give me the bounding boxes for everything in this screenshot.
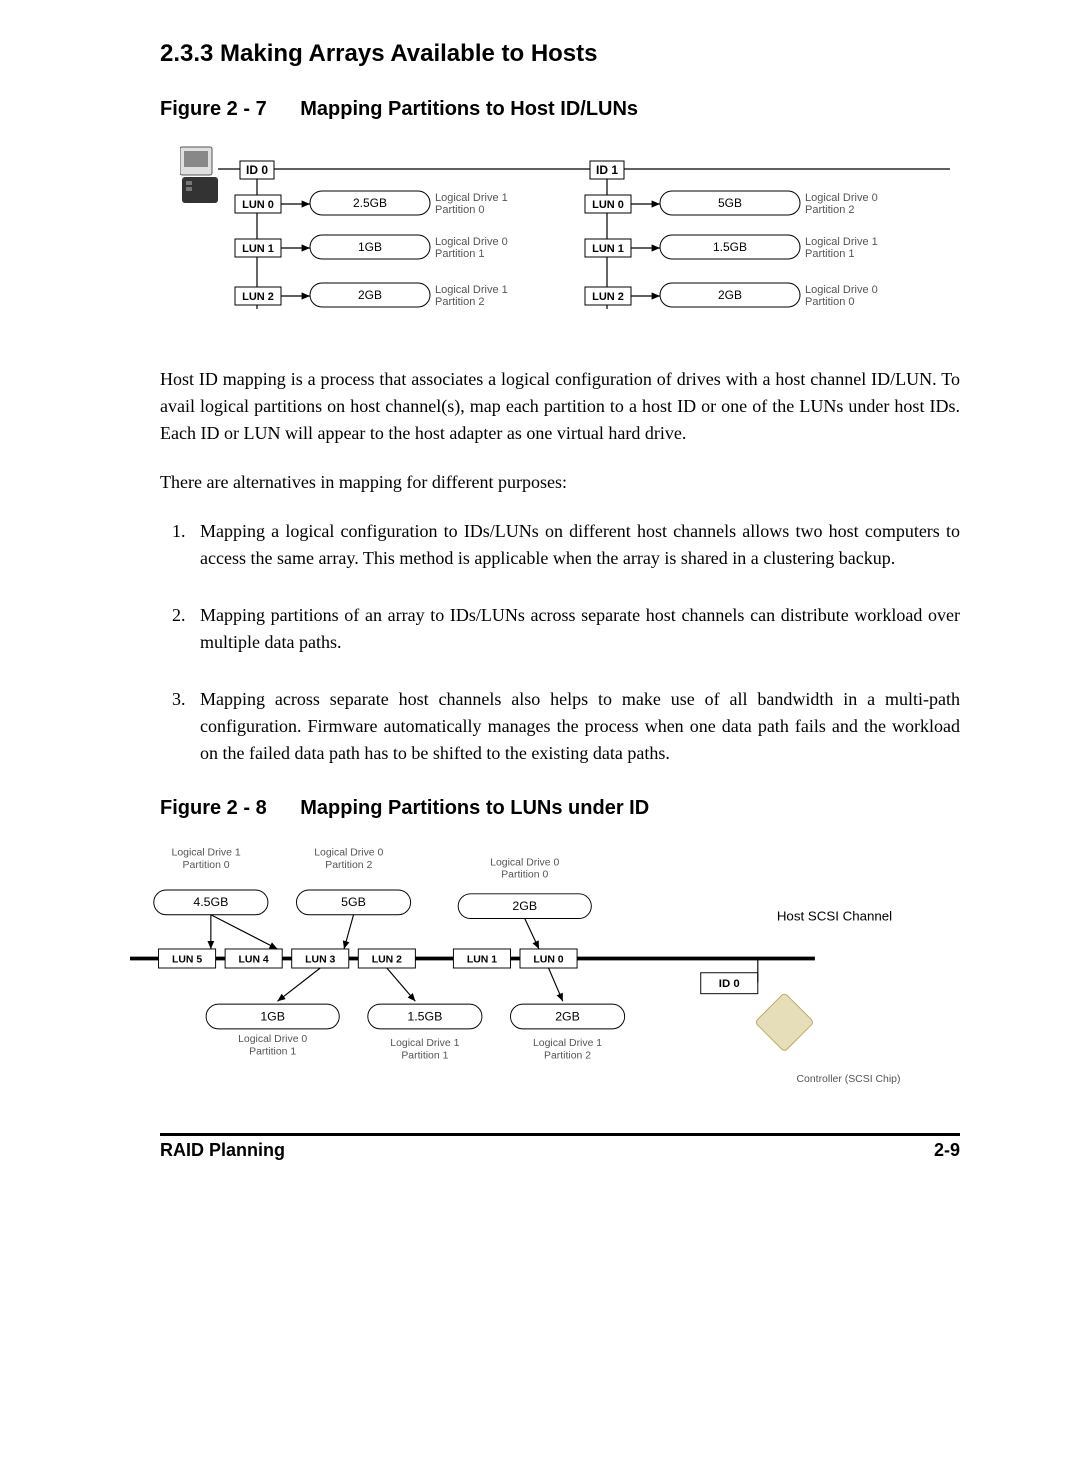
fig28-ld1p0-l2: Partition 0 xyxy=(183,860,230,871)
id0-lun0-desc1: Logical Drive 1 xyxy=(435,192,508,204)
footer-right: 2-9 xyxy=(934,1140,960,1161)
fig28-ld0p2-l1: Logical Drive 0 xyxy=(314,848,383,859)
fig28-ld1p0-l1: Logical Drive 1 xyxy=(172,848,241,859)
fig28-b3-l1: Logical Drive 1 xyxy=(533,1038,602,1049)
fig28-ld0p0-l2: Partition 0 xyxy=(501,870,548,881)
id1-lun0-label: LUN 0 xyxy=(592,199,624,211)
lun2-label: LUN 2 xyxy=(372,954,402,965)
lun5-label: LUN 5 xyxy=(172,954,202,965)
figure-2-7-title: Figure 2 - 7 Mapping Partitions to Host … xyxy=(160,98,960,121)
fig28-b2-size: 1.5GB xyxy=(407,1009,442,1023)
id1-lun1-desc1: Logical Drive 1 xyxy=(805,236,878,248)
id0-box: ID 0 xyxy=(719,978,740,990)
list-item: Mapping a logical configuration to IDs/L… xyxy=(190,518,960,572)
id0-lun1-size: 1GB xyxy=(358,240,382,254)
fig28-b1-size: 1GB xyxy=(260,1009,285,1023)
lun1-label: LUN 1 xyxy=(467,954,497,965)
fig28-b3-size: 2GB xyxy=(555,1009,580,1023)
fig28-b1-l1: Logical Drive 0 xyxy=(238,1034,307,1045)
id0-label: ID 0 xyxy=(246,163,268,177)
fig28-b3-l2: Partition 2 xyxy=(544,1050,591,1061)
figure-2-8-diagram: Logical Drive 1 Partition 0 Logical Driv… xyxy=(130,838,910,1098)
figure-2-7-label: Figure 2 - 7 xyxy=(160,98,267,121)
lun0-label: LUN 0 xyxy=(533,954,563,965)
paragraph-2: There are alternatives in mapping for di… xyxy=(160,469,960,496)
figure-2-8-caption: Mapping Partitions to LUNs under ID xyxy=(300,797,649,819)
id0-lun0-desc2: Partition 0 xyxy=(435,204,485,216)
fig28-ld0p0-l1: Logical Drive 0 xyxy=(490,857,559,868)
fig28-b2-l2: Partition 1 xyxy=(401,1050,448,1061)
fig28-top1-size: 4.5GB xyxy=(193,895,228,909)
id1-label: ID 1 xyxy=(596,163,618,177)
id1-lun2-size: 2GB xyxy=(718,288,742,302)
id0-lun2-desc1: Logical Drive 1 xyxy=(435,284,508,296)
figure-2-7-diagram: ID 0 LUN 0 2.5GB Logical Drive 1 Partiti… xyxy=(180,139,960,339)
section-heading: 2.3.3 Making Arrays Available to Hosts xyxy=(160,40,960,68)
fig28-ld0p2-l2: Partition 2 xyxy=(325,860,372,871)
id1-lun1-label: LUN 1 xyxy=(592,243,624,255)
id0-lun2-label: LUN 2 xyxy=(242,291,274,303)
numbered-list: Mapping a logical configuration to IDs/L… xyxy=(160,518,960,767)
id1-lun2-desc1: Logical Drive 0 xyxy=(805,284,878,296)
id1-lun0-desc1: Logical Drive 0 xyxy=(805,192,878,204)
id1-lun1-desc2: Partition 1 xyxy=(805,248,855,260)
id0-lun2-size: 2GB xyxy=(358,288,382,302)
id1-lun0-desc2: Partition 2 xyxy=(805,204,855,216)
footer-left: RAID Planning xyxy=(160,1140,285,1161)
id0-lun2-desc2: Partition 2 xyxy=(435,296,485,308)
id1-lun0-size: 5GB xyxy=(718,196,742,210)
list-item: Mapping across separate host channels al… xyxy=(190,686,960,767)
fig28-top3-size: 2GB xyxy=(512,899,537,913)
lun4-label: LUN 4 xyxy=(239,954,269,965)
fig28-b1-l2: Partition 1 xyxy=(249,1047,296,1058)
id1-lun2-label: LUN 2 xyxy=(592,291,624,303)
id0-lun1-label: LUN 1 xyxy=(242,243,274,255)
paragraph-1: Host ID mapping is a process that associ… xyxy=(160,366,960,447)
fig28-top2-size: 5GB xyxy=(341,895,366,909)
figure-2-8-title: Figure 2 - 8 Mapping Partitions to LUNs … xyxy=(160,797,960,820)
id1-lun2-desc2: Partition 0 xyxy=(805,296,855,308)
id1-lun1-size: 1.5GB xyxy=(713,240,747,254)
host-scsi-channel-label: Host SCSI Channel xyxy=(777,908,892,923)
figure-2-8-label: Figure 2 - 8 xyxy=(160,797,267,820)
lun3-label: LUN 3 xyxy=(305,954,335,965)
id0-lun1-desc1: Logical Drive 0 xyxy=(435,236,508,248)
controller-label: Controller (SCSI Chip) xyxy=(797,1074,901,1085)
fig28-b2-l1: Logical Drive 1 xyxy=(390,1038,459,1049)
id0-lun0-label: LUN 0 xyxy=(242,199,274,211)
figure-2-7-caption: Mapping Partitions to Host ID/LUNs xyxy=(300,98,638,120)
id0-lun1-desc2: Partition 1 xyxy=(435,248,485,260)
id0-lun0-size: 2.5GB xyxy=(353,196,387,210)
list-item: Mapping partitions of an array to IDs/LU… xyxy=(190,602,960,656)
